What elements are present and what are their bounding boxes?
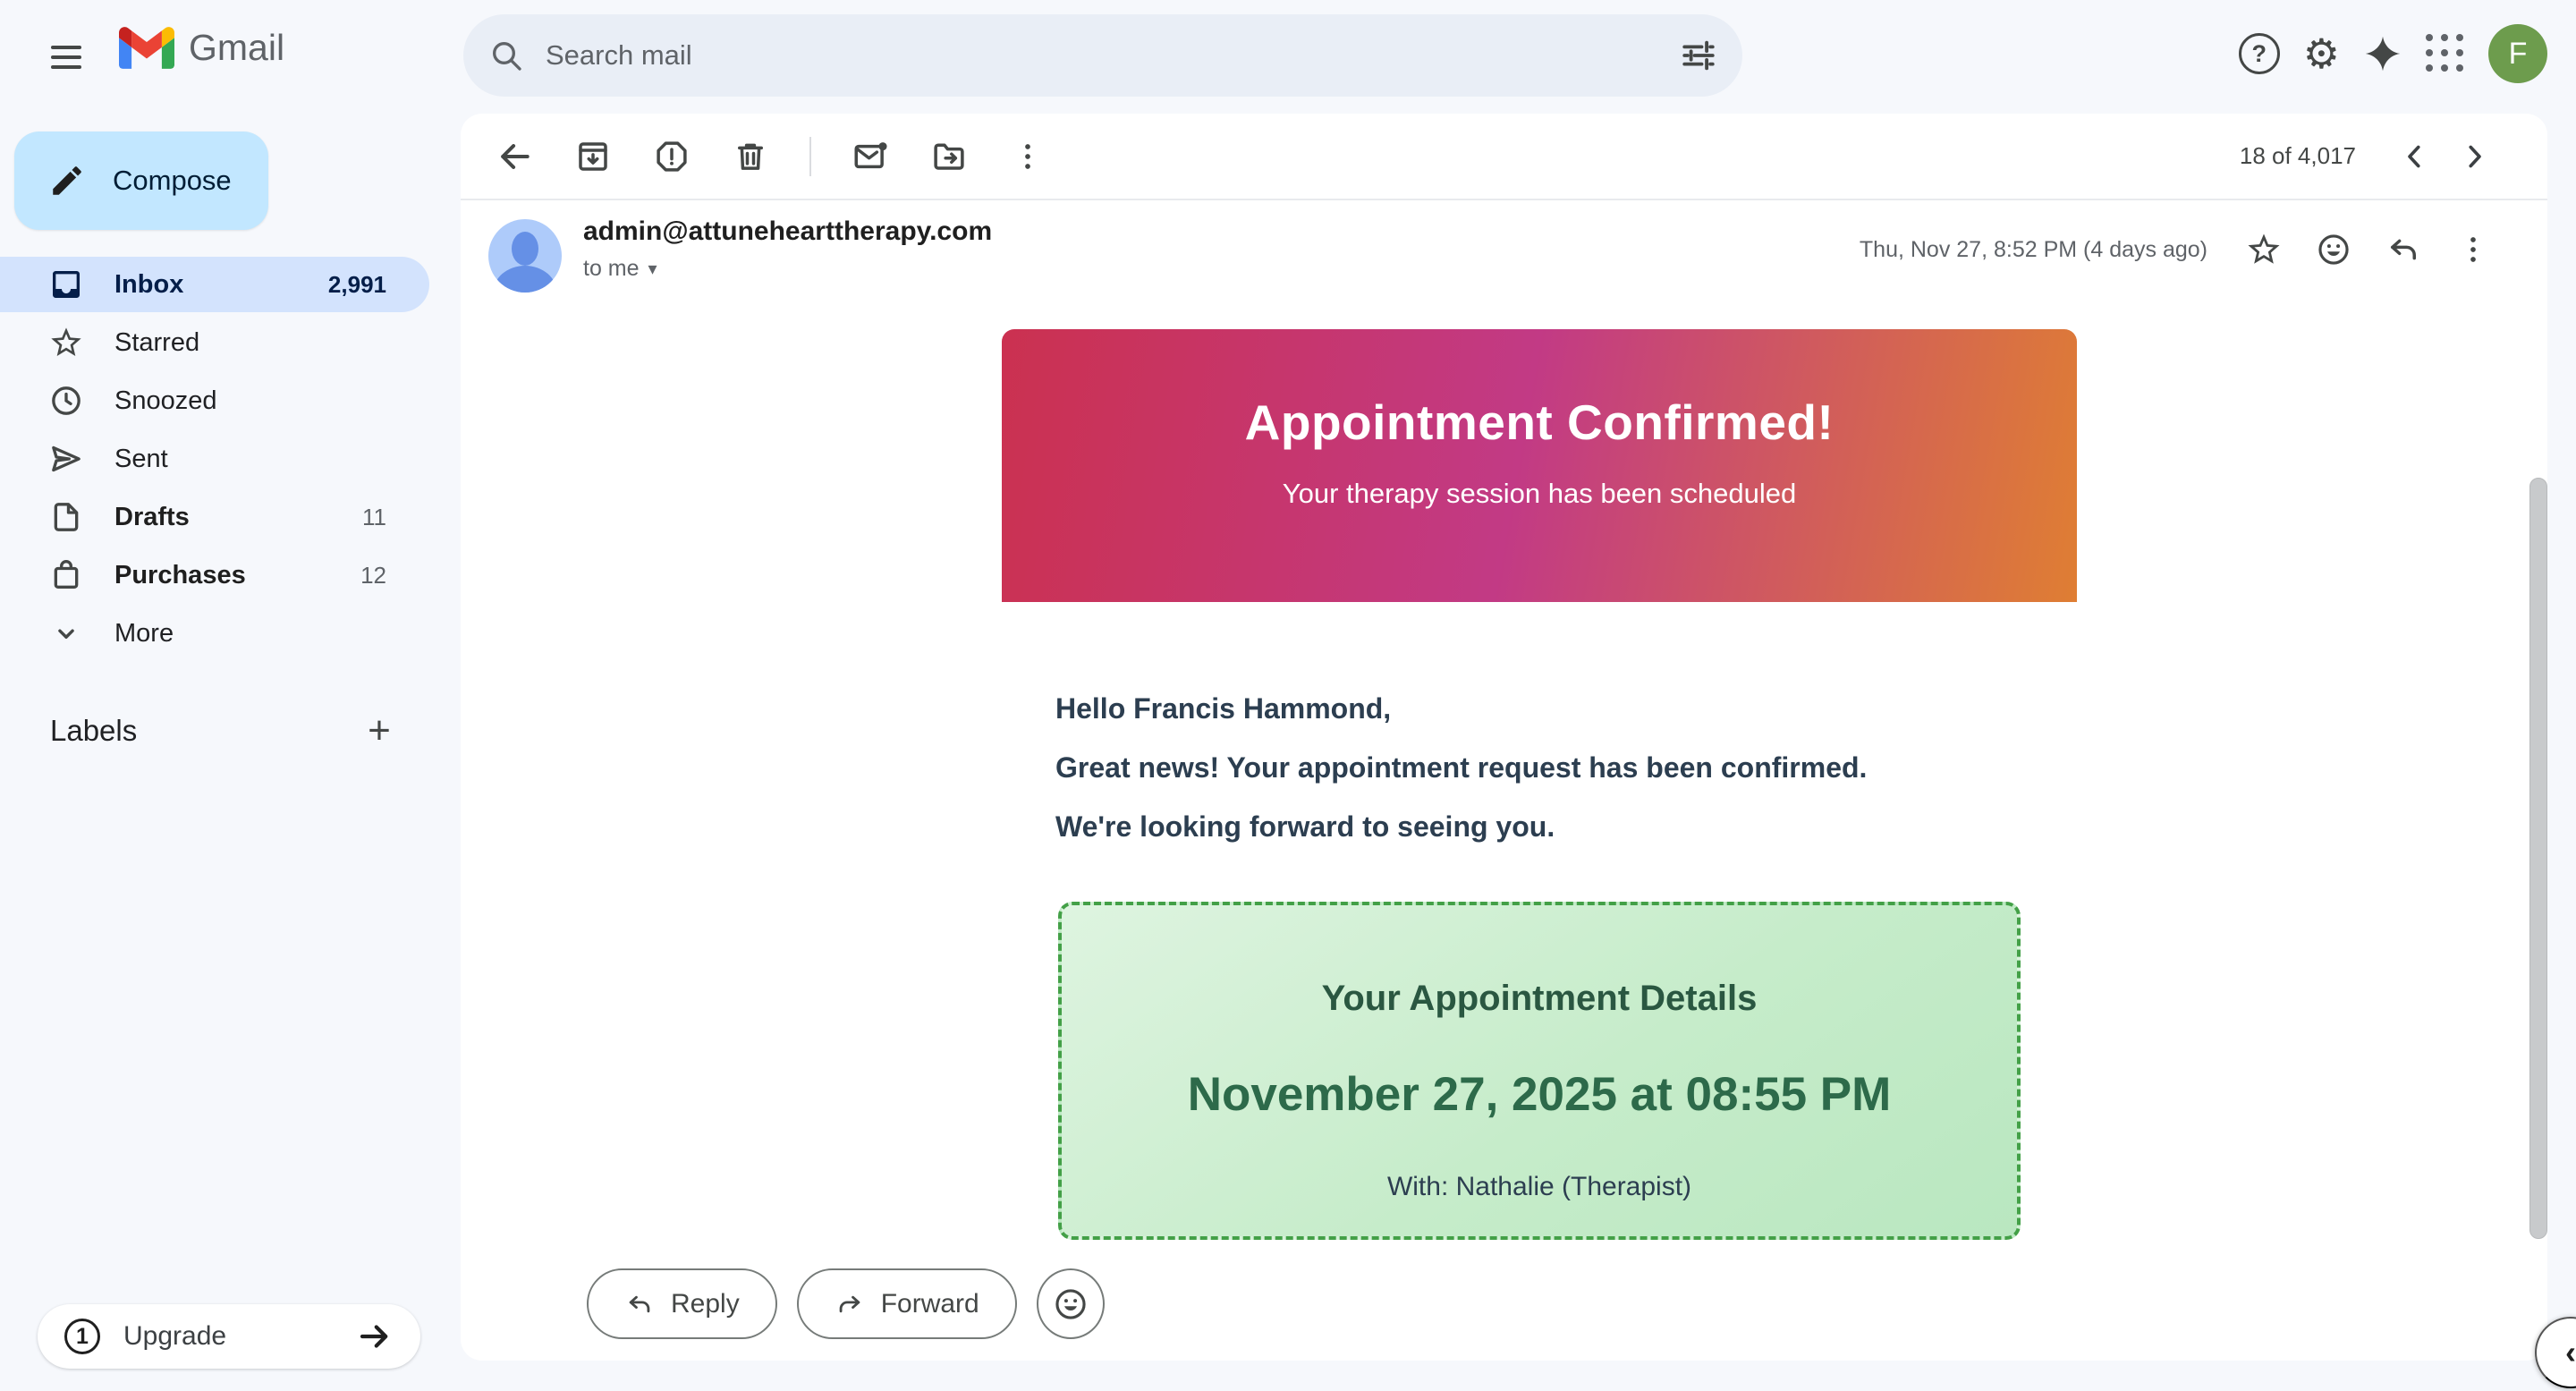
gmail-m-icon: [119, 27, 174, 69]
details-with-line: With: Nathalie (Therapist): [1062, 1172, 2017, 1202]
gemini-icon[interactable]: [2363, 34, 2402, 73]
reply-button[interactable]: Reply: [587, 1268, 777, 1339]
body-line-1: Great news! Your appointment request has…: [1055, 738, 2039, 797]
labels-section: Labels +: [0, 700, 429, 762]
inbox-icon: [47, 267, 86, 302]
greeting-line: Hello Francis Hammond,: [1055, 679, 2039, 738]
report-spam-icon[interactable]: [643, 128, 700, 185]
mail-view-card: 18 of 4,017 admin@attunehearttherapy.: [461, 114, 2547, 1361]
banner-title: Appointment Confirmed!: [1002, 329, 2077, 451]
sender-email: admin@attunehearttherapy.com: [583, 216, 992, 247]
create-label-button[interactable]: +: [354, 706, 404, 756]
delete-icon[interactable]: [722, 128, 779, 185]
gmail-app: Gmail ? ⚙: [0, 0, 2576, 1391]
recipient-details-toggle[interactable]: to me ▾: [583, 256, 657, 282]
older-email-icon[interactable]: [2458, 140, 2490, 173]
newer-email-icon[interactable]: [2399, 140, 2431, 173]
sidebar-item-drafts[interactable]: Drafts 11: [0, 489, 429, 545]
appointment-details-box: Your Appointment Details November 27, 20…: [1058, 902, 2021, 1240]
thread-toolbar: 18 of 4,017: [461, 114, 2547, 199]
scrollbar-thumb[interactable]: [2529, 478, 2547, 1239]
help-icon[interactable]: ?: [2239, 33, 2280, 74]
forward-arrow-icon: [835, 1289, 865, 1319]
forward-button[interactable]: Forward: [797, 1268, 1017, 1339]
caret-down-icon: ▾: [648, 258, 657, 280]
details-datetime: November 27, 2025 at 08:55 PM: [1062, 1067, 2017, 1122]
side-panel-strip: [2547, 0, 2576, 1391]
inbox-count: 2,991: [328, 271, 386, 299]
sidebar-item-snoozed[interactable]: Snoozed: [0, 373, 429, 428]
back-icon[interactable]: [486, 128, 543, 185]
email-header: admin@attunehearttherapy.com to me ▾ Thu…: [461, 200, 2547, 317]
more-options-icon[interactable]: [999, 128, 1056, 185]
email-body-text: Hello Francis Hammond, Great news! Your …: [1055, 679, 2039, 856]
settings-gear-icon[interactable]: ⚙: [2303, 33, 2340, 74]
labels-header: Labels: [50, 714, 354, 748]
compose-pencil-icon: [48, 162, 86, 199]
upgrade-button[interactable]: 1 Upgrade: [38, 1304, 420, 1369]
google-one-icon: 1: [64, 1319, 100, 1354]
top-bar: Gmail ? ⚙: [0, 0, 2576, 114]
draft-file-icon: [47, 499, 86, 535]
toolbar-divider: [809, 137, 811, 176]
compose-button[interactable]: Compose: [14, 131, 268, 230]
send-icon: [47, 441, 86, 477]
clock-icon: [47, 383, 86, 419]
archive-icon[interactable]: [564, 128, 622, 185]
reply-icon[interactable]: [2376, 222, 2431, 277]
banner-subtitle: Your therapy session has been scheduled: [1002, 478, 2077, 510]
emoji-reaction-icon[interactable]: [2306, 222, 2361, 277]
sidebar-item-starred[interactable]: Starred: [0, 315, 429, 370]
apps-grid-icon[interactable]: [2426, 34, 2465, 73]
mark-unread-icon[interactable]: [842, 128, 899, 185]
sidebar-item-sent[interactable]: Sent: [0, 431, 429, 487]
sidebar: Compose Inbox 2,991 Starred: [0, 114, 461, 1391]
drafts-count: 11: [362, 504, 386, 531]
gmail-logo: Gmail: [119, 27, 284, 69]
arrow-right-icon: [356, 1318, 394, 1355]
sidebar-item-more[interactable]: More: [0, 606, 429, 661]
search-bar[interactable]: [463, 14, 1742, 97]
add-reaction-button[interactable]: [1037, 1268, 1105, 1339]
email-more-options-icon[interactable]: [2445, 222, 2501, 277]
purchases-count: 12: [360, 562, 386, 589]
compose-label: Compose: [113, 165, 232, 197]
email-date: Thu, Nov 27, 8:52 PM (4 days ago): [1860, 237, 2207, 263]
search-options-icon[interactable]: [1680, 37, 1717, 74]
star-email-icon[interactable]: [2236, 222, 2292, 277]
reply-bar: Reply Forward: [587, 1268, 1105, 1339]
upgrade-label: Upgrade: [123, 1321, 356, 1352]
avatar-initial: F: [2488, 24, 2547, 83]
details-heading: Your Appointment Details: [1062, 905, 2017, 1019]
search-icon[interactable]: [488, 38, 524, 73]
search-input[interactable]: [546, 39, 1680, 72]
shopping-bag-icon: [47, 557, 86, 593]
profile-avatar[interactable]: F: [2488, 24, 2547, 83]
sender-avatar[interactable]: [488, 219, 562, 293]
star-icon: [47, 325, 86, 360]
body-line-2: We're looking forward to seeing you.: [1055, 797, 2039, 856]
topbar-actions: ? ⚙ F: [2239, 24, 2547, 83]
email-banner: Appointment Confirmed! Your therapy sess…: [1002, 329, 2077, 602]
reply-arrow-icon: [624, 1289, 655, 1319]
sidebar-item-purchases[interactable]: Purchases 12: [0, 547, 429, 603]
chevron-down-icon: [47, 618, 86, 649]
gmail-logo-text: Gmail: [189, 27, 284, 69]
move-to-folder-icon[interactable]: [920, 128, 978, 185]
thread-counter: 18 of 4,017: [2240, 142, 2356, 170]
sidebar-item-inbox[interactable]: Inbox 2,991: [0, 257, 429, 312]
main-menu-icon[interactable]: [43, 34, 89, 81]
